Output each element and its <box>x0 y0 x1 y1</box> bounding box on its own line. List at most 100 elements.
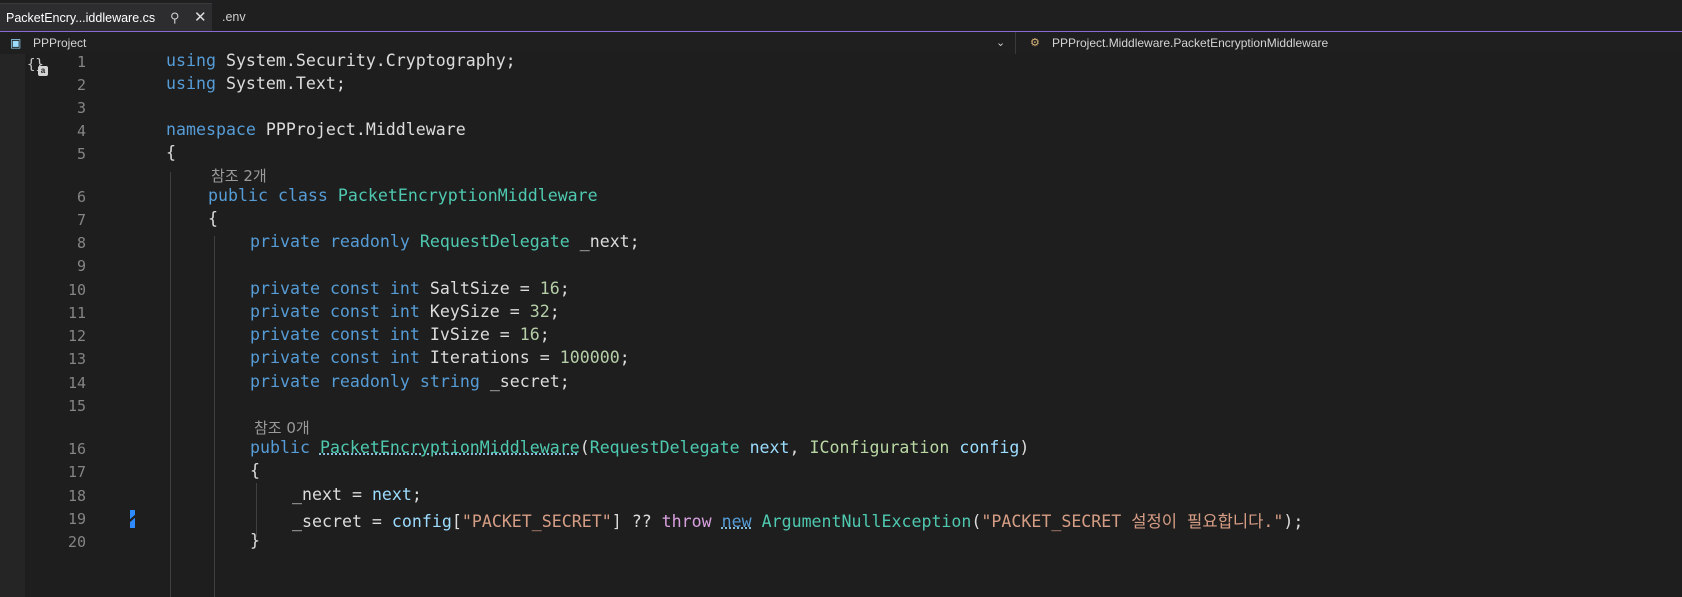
namespace-ref: System.Text; <box>225 74 346 93</box>
interface-ref: IConfiguration <box>809 438 950 457</box>
tab-label: PacketEncry...iddleware.cs <box>6 11 156 25</box>
line-number: 14 <box>67 374 86 392</box>
keyword: private <box>250 279 320 298</box>
punctuation: ) <box>1019 438 1030 457</box>
keyword: private <box>250 302 320 321</box>
code-line: using System.Text; <box>166 74 346 93</box>
number-literal: 100000 <box>559 348 620 367</box>
identifier: IvSize = <box>419 325 520 344</box>
brace: { <box>166 143 176 162</box>
code-line: using System.Security.Cryptography; <box>166 51 516 70</box>
namespace-name: PPProject.Middleware <box>265 120 466 139</box>
keyword: int <box>389 279 420 298</box>
keyword: const <box>329 325 380 344</box>
brace: } <box>250 531 260 550</box>
punctuation: ); <box>1283 512 1304 531</box>
codelens-references[interactable]: 참조 0개 <box>254 417 310 438</box>
keyword: string <box>419 372 480 391</box>
string-literal: "PACKET_SECRET 설정이 필요합니다." <box>981 512 1284 531</box>
code-line: } <box>250 531 260 550</box>
keyword: class <box>277 186 328 205</box>
tab-env[interactable]: .env <box>220 3 246 31</box>
number-literal: 32 <box>529 302 550 321</box>
code-line: private readonly RequestDelegate _next; <box>250 232 640 251</box>
code-line: public PacketEncryptionMiddleware(Reques… <box>250 438 1029 457</box>
line-number: 16 <box>67 440 86 458</box>
line-number: 9 <box>76 257 86 275</box>
class-icon: ⚙ <box>1030 37 1040 49</box>
line-number: 10 <box>67 281 86 299</box>
class-name: PacketEncryptionMiddleware <box>337 186 598 205</box>
document-tab-bar: PacketEncry...iddleware.cs ⚲ ✕ .env <box>0 0 1682 32</box>
identifier: _next; <box>569 232 640 251</box>
identifier: SaltSize = <box>419 279 540 298</box>
number-literal: 16 <box>539 279 560 298</box>
editor-margin <box>0 54 25 597</box>
line-number: 7 <box>76 211 86 229</box>
scope-badge: a <box>38 66 48 76</box>
code-line: { <box>208 209 218 228</box>
punctuation: ; <box>559 279 570 298</box>
line-number: 3 <box>76 99 86 117</box>
code-editor[interactable]: {} a 1 2 3 4 5 6 7 8 9 10 11 12 13 14 15… <box>0 51 1682 597</box>
identifier: _secret; <box>479 372 570 391</box>
keyword: const <box>329 279 380 298</box>
code-line: _secret = config["PACKET_SECRET"] ?? thr… <box>292 508 1303 532</box>
indent-guide <box>256 483 257 537</box>
keyword: int <box>389 325 420 344</box>
tab-label: .env <box>222 10 246 24</box>
keyword: using <box>166 51 216 70</box>
line-number: 15 <box>67 397 86 415</box>
pin-icon[interactable]: ⚲ <box>170 4 180 32</box>
code-line: private const int SaltSize = 16; <box>250 279 570 298</box>
punctuation: ; <box>539 325 550 344</box>
keyword: private <box>250 232 320 251</box>
type-ref: RequestDelegate <box>419 232 570 251</box>
punctuation: ] ?? <box>611 512 662 531</box>
indent-guide <box>170 172 171 597</box>
project-icon: ▣ <box>10 36 22 50</box>
keyword: int <box>389 348 420 367</box>
brace: { <box>208 209 218 228</box>
close-icon[interactable]: ✕ <box>194 4 207 32</box>
brace: { <box>250 461 260 480</box>
keyword: int <box>389 302 420 321</box>
type-label: PPProject.Middleware.PacketEncryptionMid… <box>1052 36 1329 50</box>
line-number: 18 <box>67 487 86 505</box>
keyword: readonly <box>329 372 410 391</box>
codelens-references[interactable]: 참조 2개 <box>211 165 267 186</box>
type-ref: RequestDelegate <box>589 438 740 457</box>
identifier: KeySize = <box>419 302 530 321</box>
punctuation: [ <box>451 512 462 531</box>
identifier: _secret = <box>292 512 392 531</box>
project-label: PPProject <box>33 36 87 50</box>
keyword: new <box>721 512 752 531</box>
line-number: 11 <box>67 304 86 322</box>
type-ref: ArgumentNullException <box>761 512 972 531</box>
namespace-ref: System.Security.Cryptography; <box>225 51 516 70</box>
keyword: private <box>250 325 320 344</box>
parameter: config <box>959 438 1020 457</box>
keyword: const <box>329 348 380 367</box>
code-line: private const int IvSize = 16; <box>250 325 550 344</box>
indent-guide <box>214 236 215 597</box>
line-number: 19 <box>67 510 86 528</box>
parameter: next <box>749 438 790 457</box>
number-literal: 16 <box>519 325 540 344</box>
line-number: 12 <box>67 327 86 345</box>
change-marker <box>130 510 135 528</box>
code-line: public class PacketEncryptionMiddleware <box>208 186 598 205</box>
string-literal: "PACKET_SECRET" <box>461 512 612 531</box>
keyword: private <box>250 348 320 367</box>
punctuation: ; <box>549 302 560 321</box>
line-number: 17 <box>67 463 86 481</box>
line-number: 13 <box>67 350 86 368</box>
code-line: { <box>250 461 260 480</box>
tab-packetencryptionmiddleware[interactable]: PacketEncry...iddleware.cs ⚲ ✕ <box>0 3 212 31</box>
punctuation: ( <box>971 512 982 531</box>
keyword: readonly <box>329 232 410 251</box>
code-line: private const int Iterations = 100000; <box>250 348 630 367</box>
chevron-down-icon[interactable]: ⌄ <box>996 32 1005 54</box>
code-line: private readonly string _secret; <box>250 372 570 391</box>
punctuation: ; <box>619 348 630 367</box>
